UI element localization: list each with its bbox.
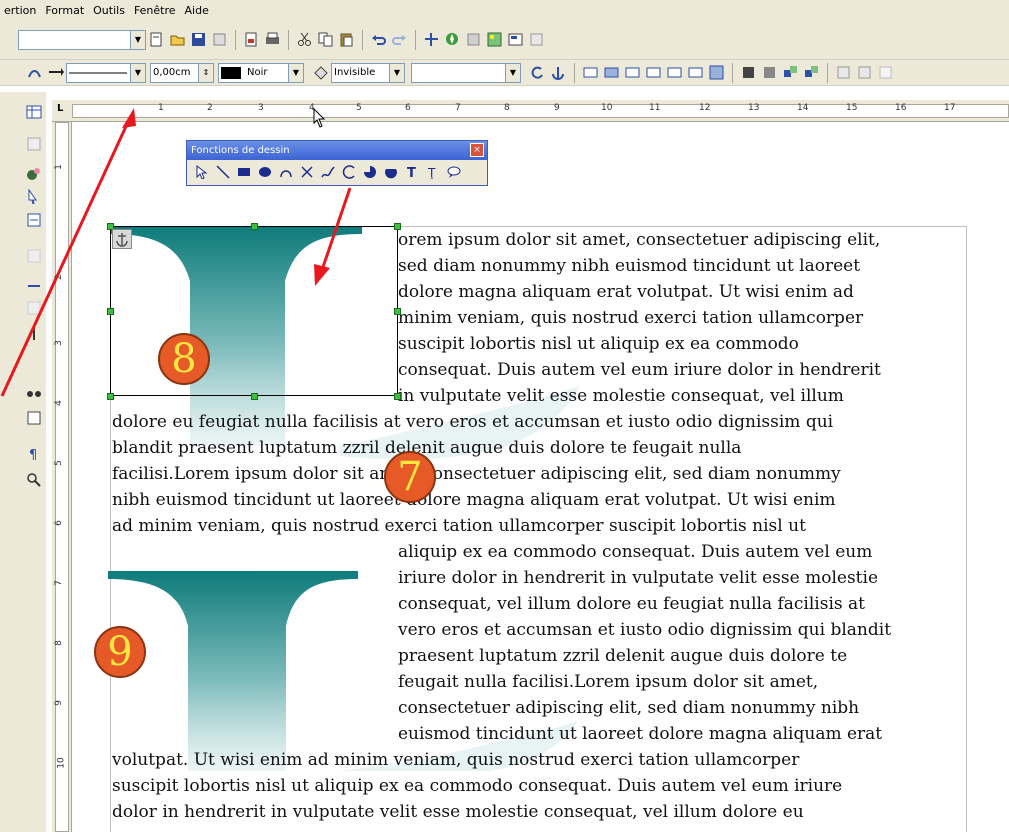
badge-8: 8 (158, 333, 210, 385)
badge-7: 7 (384, 451, 436, 503)
badge-9: 9 (94, 626, 146, 678)
annotation-arrows (0, 108, 352, 397)
